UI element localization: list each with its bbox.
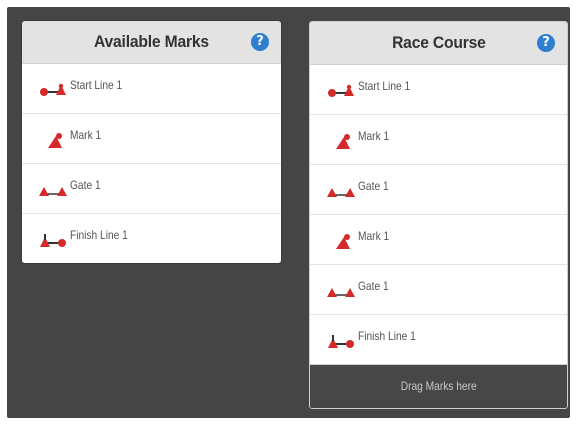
mark-icon	[48, 133, 62, 148]
race-course-box: Race Course ? Start Line 1 Mark 1 Gate 1…	[309, 21, 568, 409]
finish-line-icon	[40, 234, 66, 247]
mark-item-label: Start Line 1	[70, 78, 123, 92]
start-line-icon	[328, 84, 354, 97]
course-item-label: Gate 1	[358, 179, 389, 193]
course-item-label: Mark 1	[358, 229, 390, 243]
help-icon[interactable]: ?	[251, 33, 269, 51]
race-course-panel: Race Course ? Start Line 1 Mark 1 Gate 1…	[309, 21, 568, 409]
mark-item-start-line[interactable]: Start Line 1	[22, 64, 281, 114]
app-frame: Available Marks ? Start Line 1 Mark 1 Ga…	[7, 7, 570, 418]
course-item-label: Start Line 1	[358, 79, 411, 93]
gate-icon	[327, 288, 355, 297]
start-line-icon	[40, 83, 66, 96]
course-item-label: Mark 1	[358, 129, 390, 143]
mark-item-label: Gate 1	[70, 178, 101, 192]
course-item-gate[interactable]: Gate 1	[310, 265, 567, 315]
mark-icon	[336, 234, 350, 249]
available-marks-header: Available Marks ?	[22, 21, 281, 64]
drop-zone-hint: Drag Marks here	[400, 379, 477, 393]
course-item-mark[interactable]: Mark 1	[310, 115, 567, 165]
course-item-start-line[interactable]: Start Line 1	[310, 65, 567, 115]
course-item-finish-line[interactable]: Finish Line 1	[310, 315, 567, 364]
mark-item-mark[interactable]: Mark 1	[22, 114, 281, 164]
mark-icon	[336, 134, 350, 149]
mark-item-finish-line[interactable]: Finish Line 1	[22, 214, 281, 263]
available-marks-list: Start Line 1 Mark 1 Gate 1 Finish Line 1	[22, 64, 281, 263]
gate-icon	[39, 187, 67, 196]
race-course-list: Start Line 1 Mark 1 Gate 1 Mark 1 Gate 1…	[310, 65, 567, 364]
course-item-label: Finish Line 1	[358, 329, 416, 343]
race-course-header: Race Course ?	[310, 22, 567, 65]
help-icon[interactable]: ?	[537, 34, 555, 52]
mark-item-gate[interactable]: Gate 1	[22, 164, 281, 214]
course-item-mark[interactable]: Mark 1	[310, 215, 567, 265]
race-course-title: Race Course	[391, 33, 486, 52]
course-item-label: Gate 1	[358, 279, 389, 293]
finish-line-icon	[328, 335, 354, 348]
mark-item-label: Finish Line 1	[70, 228, 128, 242]
drop-zone[interactable]: Drag Marks here	[310, 364, 567, 407]
available-marks-panel: Available Marks ? Start Line 1 Mark 1 Ga…	[22, 21, 281, 263]
mark-item-label: Mark 1	[70, 128, 102, 142]
gate-icon	[327, 188, 355, 197]
available-marks-title: Available Marks	[94, 32, 209, 51]
course-item-gate[interactable]: Gate 1	[310, 165, 567, 215]
